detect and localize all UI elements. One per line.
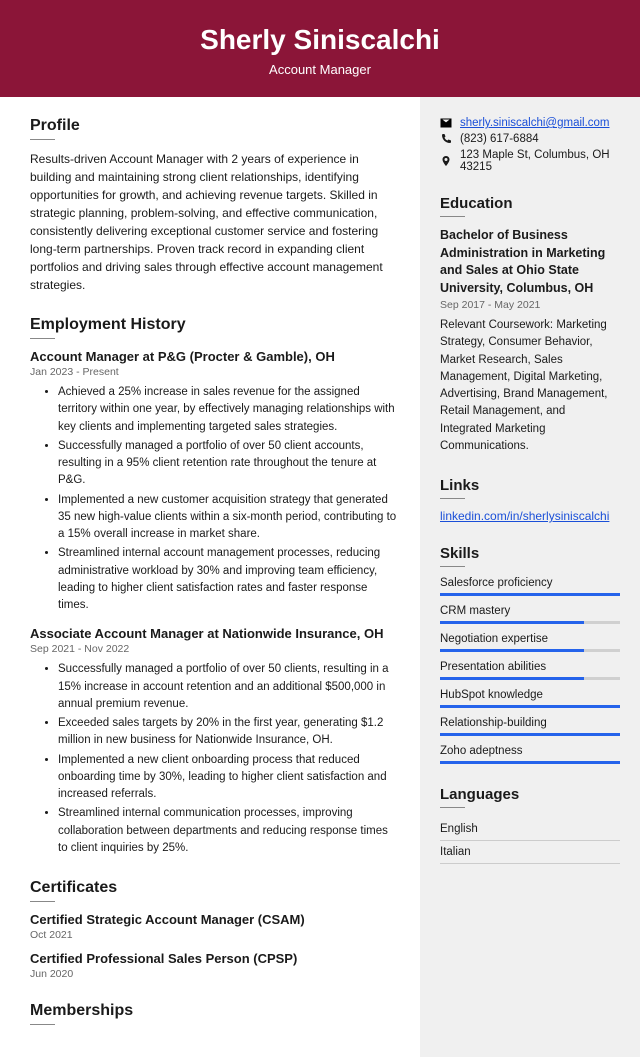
- person-role: Account Manager: [0, 62, 640, 77]
- contact-email-row: sherly.siniscalchi@gmail.com: [440, 117, 620, 129]
- job-title: Account Manager at P&G (Procter & Gamble…: [30, 349, 400, 364]
- job-bullet: Implemented a new client onboarding proc…: [58, 752, 400, 804]
- rule: [30, 1024, 55, 1025]
- rule: [440, 807, 465, 808]
- job-bullet: Successfully managed a portfolio of over…: [58, 661, 400, 713]
- rule: [30, 139, 55, 140]
- skill-fill: [440, 649, 584, 652]
- skills-section: Skills Salesforce proficiency CRM mastery…: [440, 545, 620, 764]
- skill-bar: [440, 649, 620, 652]
- profile-text: Results-driven Account Manager with 2 ye…: [30, 150, 400, 294]
- skills-title: Skills: [440, 545, 620, 562]
- skill-name: Negotiation expertise: [440, 633, 620, 645]
- education-text: Relevant Coursework: Marketing Strategy,…: [440, 317, 620, 455]
- skill-bar: [440, 677, 620, 680]
- education-section: Education Bachelor of Business Administr…: [440, 195, 620, 455]
- rule: [30, 901, 55, 902]
- memberships-title: Memberships: [30, 1002, 400, 1020]
- cert-name: Certified Strategic Account Manager (CSA…: [30, 912, 400, 927]
- education-dates: Sep 2017 - May 2021: [440, 299, 620, 311]
- skill-name: HubSpot knowledge: [440, 689, 620, 701]
- header: Sherly Siniscalchi Account Manager: [0, 0, 640, 97]
- memberships-section: Memberships: [30, 1002, 400, 1025]
- address-text: 123 Maple St, Columbus, OH 43215: [460, 149, 620, 173]
- skill-fill: [440, 593, 620, 596]
- skill-fill: [440, 621, 584, 624]
- skill-fill: [440, 761, 620, 764]
- right-column: sherly.siniscalchi@gmail.com (823) 617-6…: [420, 97, 640, 1057]
- job-dates: Jan 2023 - Present: [30, 366, 400, 378]
- envelope-icon: [440, 117, 452, 129]
- language-item: Italian: [440, 841, 620, 864]
- skill-item: CRM mastery: [440, 605, 620, 624]
- education-title: Education: [440, 195, 620, 212]
- left-column: Profile Results-driven Account Manager w…: [0, 97, 420, 1057]
- employment-section: Employment History Account Manager at P&…: [30, 316, 400, 857]
- skill-name: Presentation abilities: [440, 661, 620, 673]
- languages-title: Languages: [440, 786, 620, 803]
- skill-name: Relationship-building: [440, 717, 620, 729]
- skill-bar: [440, 621, 620, 624]
- phone-text: (823) 617-6884: [460, 133, 539, 145]
- rule: [440, 566, 465, 567]
- certificates-section: Certificates Certified Strategic Account…: [30, 879, 400, 980]
- skill-fill: [440, 733, 620, 736]
- certificates-title: Certificates: [30, 879, 400, 897]
- links-section: Links linkedin.com/in/sherlysiniscalchi: [440, 477, 620, 523]
- employment-title: Employment History: [30, 316, 400, 334]
- skill-bar: [440, 761, 620, 764]
- skill-name: CRM mastery: [440, 605, 620, 617]
- skill-item: Salesforce proficiency: [440, 577, 620, 596]
- job-bullet: Exceeded sales targets by 20% in the fir…: [58, 715, 400, 750]
- person-name: Sherly Siniscalchi: [0, 24, 640, 56]
- education-degree: Bachelor of Business Administration in M…: [440, 227, 620, 297]
- skill-item: Zoho adeptness: [440, 745, 620, 764]
- rule: [440, 216, 465, 217]
- job-dates: Sep 2021 - Nov 2022: [30, 643, 400, 655]
- contact-block: sherly.siniscalchi@gmail.com (823) 617-6…: [440, 117, 620, 173]
- job-bullet: Achieved a 25% increase in sales revenue…: [58, 384, 400, 436]
- languages-section: Languages EnglishItalian: [440, 786, 620, 864]
- job-bullet: Successfully managed a portfolio of over…: [58, 438, 400, 490]
- linkedin-link[interactable]: linkedin.com/in/sherlysiniscalchi: [440, 509, 609, 523]
- body: Profile Results-driven Account Manager w…: [0, 97, 640, 1057]
- job-title: Associate Account Manager at Nationwide …: [30, 626, 400, 641]
- contact-phone-row: (823) 617-6884: [440, 133, 620, 145]
- skill-name: Salesforce proficiency: [440, 577, 620, 589]
- skill-fill: [440, 677, 584, 680]
- profile-section: Profile Results-driven Account Manager w…: [30, 117, 400, 294]
- skill-bar: [440, 733, 620, 736]
- location-icon: [440, 155, 452, 167]
- cert-date: Oct 2021: [30, 929, 400, 941]
- rule: [30, 338, 55, 339]
- skill-item: Relationship-building: [440, 717, 620, 736]
- skill-item: HubSpot knowledge: [440, 689, 620, 708]
- rule: [440, 498, 465, 499]
- profile-title: Profile: [30, 117, 400, 135]
- cert-date: Jun 2020: [30, 968, 400, 980]
- skill-item: Presentation abilities: [440, 661, 620, 680]
- skill-bar: [440, 593, 620, 596]
- skill-bar: [440, 705, 620, 708]
- job-bullet: Streamlined internal communication proce…: [58, 805, 400, 857]
- job-bullets: Achieved a 25% increase in sales revenue…: [30, 384, 400, 614]
- job-bullet: Implemented a new customer acquisition s…: [58, 492, 400, 544]
- skill-name: Zoho adeptness: [440, 745, 620, 757]
- cert-name: Certified Professional Sales Person (CPS…: [30, 951, 400, 966]
- job-bullets: Successfully managed a portfolio of over…: [30, 661, 400, 857]
- skill-fill: [440, 705, 620, 708]
- language-item: English: [440, 818, 620, 841]
- links-title: Links: [440, 477, 620, 494]
- job-bullet: Streamlined internal account management …: [58, 545, 400, 614]
- email-link[interactable]: sherly.siniscalchi@gmail.com: [460, 117, 610, 129]
- contact-address-row: 123 Maple St, Columbus, OH 43215: [440, 149, 620, 173]
- skill-item: Negotiation expertise: [440, 633, 620, 652]
- phone-icon: [440, 133, 452, 145]
